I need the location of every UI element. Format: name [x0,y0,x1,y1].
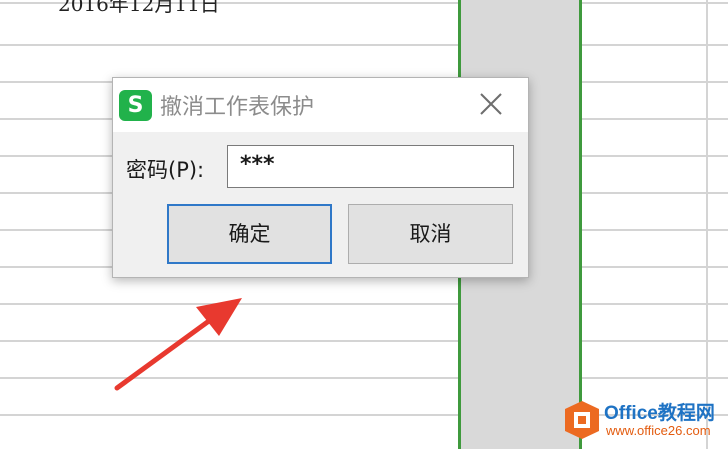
watermark-title: Office教程网 [604,403,715,424]
wps-spreadsheet-icon: S [119,90,152,121]
watermark-url: www.office26.com [606,423,711,438]
dialog-title-bar[interactable]: S 撤消工作表保护 [113,78,528,132]
annotation-arrow-icon [114,298,242,391]
password-label: 密码(P): [126,158,205,182]
dialog-title: 撤消工作表保护 [160,95,315,120]
password-input[interactable]: *** [227,145,514,188]
unprotect-sheet-dialog: S 撤消工作表保护 密码(P): *** 确定 取消 [112,77,529,278]
date-cell-text: 2016年12月11日 [58,0,220,16]
office-logo-icon [565,401,599,439]
close-icon[interactable] [476,89,506,119]
ok-button[interactable]: 确定 [167,204,332,264]
cancel-button[interactable]: 取消 [348,204,513,264]
column-gridline [706,0,708,449]
site-watermark: Office教程网 www.office26.com [564,398,728,444]
